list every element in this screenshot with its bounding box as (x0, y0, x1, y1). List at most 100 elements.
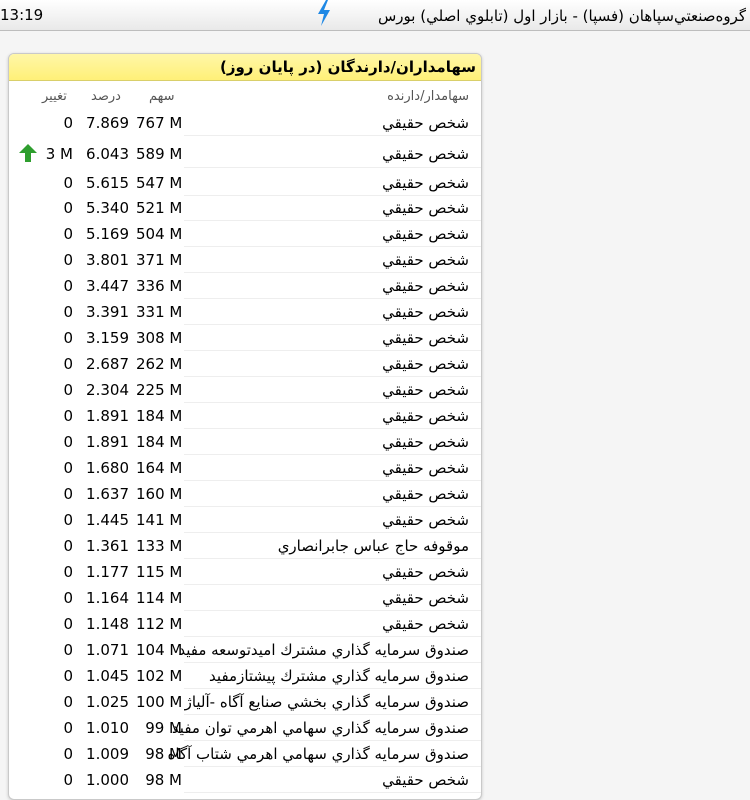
share-count: 547 M (136, 174, 183, 192)
table-row[interactable]: شخص حقيقي 141 M 1.445 0 (9, 507, 481, 533)
table-row[interactable]: صندوق سرمايه گذاري بخشي صنايع آگاه -آليا… (9, 689, 481, 715)
share-count: 184 M (136, 433, 183, 451)
column-header-percent: درصد (91, 89, 121, 104)
table-row[interactable]: صندوق سرمايه گذاري مشترك پيشتازمفيد 102 M… (9, 663, 481, 689)
table-row[interactable]: شخص حقيقي 115 M 1.177 0 (9, 559, 481, 585)
share-count: 100 M (136, 693, 183, 711)
share-percent: 1.010 (86, 719, 129, 737)
share-percent: 3.159 (86, 329, 129, 347)
share-percent: 1.071 (86, 641, 129, 659)
table-row[interactable]: شخص حقيقي 262 M 2.687 0 (9, 351, 481, 377)
share-count: 112 M (136, 615, 183, 633)
table-row[interactable]: شخص حقيقي 504 M 5.169 0 (9, 221, 481, 247)
share-count: 336 M (136, 277, 183, 295)
share-percent: 6.043 (86, 145, 129, 163)
share-change: 0 (63, 251, 73, 269)
share-percent: 5.615 (86, 174, 129, 192)
share-percent: 1.148 (86, 615, 129, 633)
table-row[interactable]: شخص حقيقي 112 M 1.148 0 (9, 611, 481, 637)
share-count: 521 M (136, 199, 183, 217)
holder-name: صندوق سرمايه گذاري مشترك اميدتوسعه مفيد (178, 641, 469, 659)
holder-name: شخص حقيقي (382, 277, 469, 295)
share-change: 0 (63, 485, 73, 503)
share-change: 0 (63, 407, 73, 425)
share-count: 164 M (136, 459, 183, 477)
table-row[interactable]: صندوق سرمايه گذاري مشترك اميدتوسعه مفيد 1… (9, 637, 481, 663)
table-row[interactable]: صندوق سرمايه گذاري سهامي اهرمي توان مفيد… (9, 715, 481, 741)
table-row[interactable]: شخص حقيقي 521 M 5.340 0 (9, 195, 481, 221)
table-row[interactable]: شخص حقيقي 114 M 1.164 0 (9, 585, 481, 611)
share-count: 114 M (136, 589, 183, 607)
table-row[interactable]: صندوق سرمايه گذاري سهامي اهرمي شتاب آگاه… (9, 741, 481, 767)
share-percent: 1.000 (86, 771, 129, 789)
table-row[interactable]: موقوفه حاج عباس جابرانصاري 133 M 1.361 0 (9, 533, 481, 559)
table-row[interactable]: شخص حقيقي 164 M 1.680 0 (9, 455, 481, 481)
share-count: 115 M (136, 563, 183, 581)
holder-name: موقوفه حاج عباس جابرانصاري (277, 537, 469, 555)
holder-name: شخص حقيقي (382, 381, 469, 399)
holder-name: شخص حقيقي (382, 174, 469, 192)
table-row[interactable]: شخص حقيقي 767 M 7.869 0 (9, 110, 481, 136)
table-row[interactable]: شخص حقيقي 331 M 3.391 0 (9, 299, 481, 325)
shareholders-panel: سهامداران/دارندگان (در پایان روز) سهامدا… (8, 53, 482, 800)
share-percent: 3.391 (86, 303, 129, 321)
share-percent: 5.340 (86, 199, 129, 217)
table-row[interactable]: شخص حقيقي 225 M 2.304 0 (9, 377, 481, 403)
share-percent: 5.169 (86, 225, 129, 243)
holder-name: شخص حقيقي (382, 251, 469, 269)
table-row[interactable]: شخص حقيقي 184 M 1.891 0 (9, 403, 481, 429)
holder-name: شخص حقيقي (382, 199, 469, 217)
share-change: 0 (63, 174, 73, 192)
holder-name: شخص حقيقي (382, 589, 469, 607)
holder-name: شخص حقيقي (382, 771, 469, 789)
share-count: 160 M (136, 485, 183, 503)
share-percent: 1.680 (86, 459, 129, 477)
holder-name: شخص حقيقي (382, 329, 469, 347)
share-change: 0 (63, 511, 73, 529)
column-header-holder: سهامدار/دارنده (387, 89, 469, 104)
holder-name: شخص حقيقي (382, 303, 469, 321)
share-percent: 2.304 (86, 381, 129, 399)
row-divider (184, 792, 481, 793)
share-count: 225 M (136, 381, 183, 399)
share-change: 0 (63, 433, 73, 451)
table-row[interactable]: شخص حقيقي 336 M 3.447 0 (9, 273, 481, 299)
share-count: 308 M (136, 329, 183, 347)
share-percent: 1.891 (86, 407, 129, 425)
share-count: 184 M (136, 407, 183, 425)
holder-name: صندوق سرمايه گذاري سهامي اهرمي توان مفيد (171, 719, 469, 737)
holder-name: شخص حقيقي (382, 145, 469, 163)
holder-name: شخص حقيقي (382, 407, 469, 425)
holder-name: شخص حقيقي (382, 485, 469, 503)
share-percent: 1.045 (86, 667, 129, 685)
holder-name: شخص حقيقي (382, 225, 469, 243)
share-percent: 1.025 (86, 693, 129, 711)
table-row[interactable]: شخص حقيقي 547 M 5.615 0 (9, 170, 481, 196)
table-row[interactable]: شخص حقيقي 184 M 1.891 0 (9, 429, 481, 455)
share-change: 0 (63, 355, 73, 373)
share-count: 133 M (136, 537, 183, 555)
table-row[interactable]: شخص حقيقي 371 M 3.801 0 (9, 247, 481, 273)
share-count: 99 M (145, 719, 182, 737)
table-row[interactable]: شخص حقيقي 308 M 3.159 0 (9, 325, 481, 351)
share-percent: 1.009 (86, 745, 129, 763)
share-change: 0 (63, 615, 73, 633)
share-change: 0 (63, 641, 73, 659)
table-row[interactable]: شخص حقيقي 160 M 1.637 0 (9, 481, 481, 507)
share-change: 0 (63, 381, 73, 399)
share-percent: 1.177 (86, 563, 129, 581)
share-change: 0 (63, 329, 73, 347)
arrow-up-icon (19, 144, 37, 162)
table-row[interactable]: شخص حقيقي 589 M 6.043 3 M (9, 138, 481, 168)
share-percent: 3.447 (86, 277, 129, 295)
share-count: 262 M (136, 355, 183, 373)
share-count: 102 M (136, 667, 183, 685)
holder-name: شخص حقيقي (382, 511, 469, 529)
table-row[interactable]: شخص حقيقي 98 M 1.000 0 (9, 767, 481, 793)
holder-name: صندوق سرمايه گذاري سهامي اهرمي شتاب آگاه (167, 745, 469, 763)
share-count: 98 M (145, 771, 182, 789)
share-percent: 7.869 (86, 114, 129, 132)
row-divider (184, 167, 481, 168)
share-percent: 1.445 (86, 511, 129, 529)
column-header-change: تغییر (42, 89, 67, 104)
